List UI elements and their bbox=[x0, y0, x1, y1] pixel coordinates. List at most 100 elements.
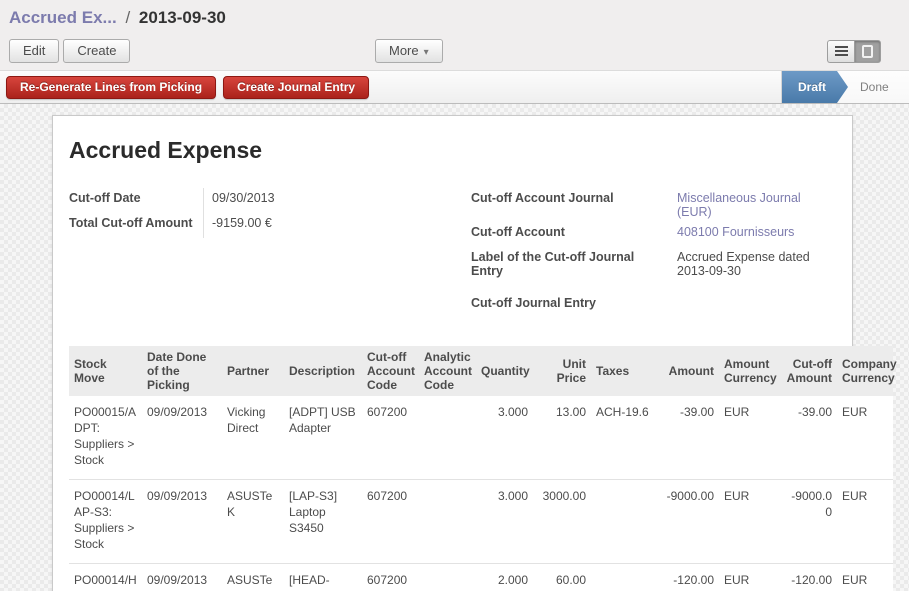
more-dropdown: More ▾ bbox=[375, 39, 443, 63]
cell-cutoff-amount: -9000.00 bbox=[780, 480, 837, 564]
cutoff-journal-entry-value bbox=[669, 293, 819, 318]
cell-company-currency: EUR bbox=[837, 564, 893, 591]
chevron-down-icon: ▾ bbox=[424, 47, 429, 58]
more-button-label: More bbox=[389, 43, 419, 58]
statusbar: Draft Done bbox=[781, 71, 909, 103]
field-cutoff-journal-entry: Cut-off Journal Entry bbox=[471, 293, 851, 318]
form-view-button[interactable] bbox=[854, 40, 881, 63]
list-view-button[interactable] bbox=[827, 40, 854, 63]
cell-taxes: ACH-19.6 bbox=[591, 396, 655, 480]
table-row[interactable]: PO00014/HEAD-USB: Suppliers > Stock 09/0… bbox=[69, 564, 893, 591]
list-icon bbox=[835, 46, 848, 56]
cell-cutoff-account-code: 607200 bbox=[362, 396, 419, 480]
cell-analytic-account-code bbox=[419, 396, 476, 480]
cell-amount: -120.00 bbox=[655, 564, 719, 591]
field-groups: Cut-off Date 09/30/2013 Total Cut-off Am… bbox=[69, 188, 852, 318]
view-switcher bbox=[827, 40, 881, 63]
form-icon bbox=[862, 45, 873, 58]
more-button[interactable]: More ▾ bbox=[375, 39, 443, 63]
app-window: Accrued Ex... / 2013-09-30 Edit Create M… bbox=[0, 0, 909, 591]
create-button[interactable]: Create bbox=[63, 39, 130, 63]
col-quantity[interactable]: Quantity bbox=[476, 346, 533, 396]
cutoff-account-journal-link[interactable]: Miscellaneous Journal (EUR) bbox=[669, 188, 819, 222]
lines-table: Stock Move Date Done of the Picking Part… bbox=[69, 346, 889, 591]
col-date-done[interactable]: Date Done of the Picking bbox=[142, 346, 222, 396]
cell-unit-price: 13.00 bbox=[533, 396, 591, 480]
cell-amount-currency: EUR bbox=[719, 480, 780, 564]
cell-description: [ADPT] USB Adapter bbox=[284, 396, 362, 480]
cutoff-journal-entry-label: Cut-off Journal Entry bbox=[471, 293, 669, 318]
field-total-cutoff-amount: Total Cut-off Amount -9159.00 € bbox=[69, 213, 471, 238]
cutoff-account-label: Cut-off Account bbox=[471, 222, 669, 247]
cell-quantity: 2.000 bbox=[476, 564, 533, 591]
col-partner[interactable]: Partner bbox=[222, 346, 284, 396]
cutoff-account-journal-label: Cut-off Account Journal bbox=[471, 188, 669, 222]
col-amount-currency[interactable]: Amount Currency bbox=[719, 346, 780, 396]
form-sheet: Accrued Expense Cut-off Date 09/30/2013 … bbox=[52, 115, 853, 591]
col-taxes[interactable]: Taxes bbox=[591, 346, 655, 396]
cell-cutoff-account-code: 607200 bbox=[362, 480, 419, 564]
page-title: Accrued Expense bbox=[69, 137, 852, 164]
field-group-right: Cut-off Account Journal Miscellaneous Jo… bbox=[471, 188, 851, 318]
status-step-done[interactable]: Done bbox=[848, 71, 901, 103]
cell-unit-price: 60.00 bbox=[533, 564, 591, 591]
field-group-left: Cut-off Date 09/30/2013 Total Cut-off Am… bbox=[69, 188, 471, 238]
regenerate-lines-button[interactable]: Re-Generate Lines from Picking bbox=[6, 76, 216, 99]
breadcrumb-parent-link[interactable]: Accrued Ex... bbox=[9, 8, 117, 27]
col-cutoff-amount[interactable]: Cut-off Amount bbox=[780, 346, 837, 396]
cell-analytic-account-code bbox=[419, 480, 476, 564]
cell-analytic-account-code bbox=[419, 564, 476, 591]
journal-entry-label-label: Label of the Cut-off Journal Entry bbox=[471, 247, 669, 281]
col-stock-move[interactable]: Stock Move bbox=[69, 346, 142, 396]
edit-button[interactable]: Edit bbox=[9, 39, 59, 63]
cell-date-done: 09/09/2013 bbox=[142, 396, 222, 480]
cell-description: [HEAD-USB] Headset USB bbox=[284, 564, 362, 591]
table-row[interactable]: PO00014/LAP-S3: Suppliers > Stock 09/09/… bbox=[69, 480, 893, 564]
cutoff-account-link[interactable]: 408100 Fournisseurs bbox=[669, 222, 819, 247]
cell-quantity: 3.000 bbox=[476, 396, 533, 480]
toolbar: Edit Create More ▾ bbox=[9, 39, 901, 63]
journal-entry-label-value: Accrued Expense dated 2013-09-30 bbox=[669, 247, 819, 281]
cell-company-currency: EUR bbox=[837, 480, 893, 564]
field-cutoff-account-journal: Cut-off Account Journal Miscellaneous Jo… bbox=[471, 188, 851, 222]
col-amount[interactable]: Amount bbox=[655, 346, 719, 396]
cell-partner: Vicking Direct bbox=[222, 396, 284, 480]
create-journal-entry-button[interactable]: Create Journal Entry bbox=[223, 76, 369, 99]
table-header: Stock Move Date Done of the Picking Part… bbox=[69, 346, 893, 396]
field-journal-entry-label: Label of the Cut-off Journal Entry Accru… bbox=[471, 247, 851, 281]
col-description[interactable]: Description bbox=[284, 346, 362, 396]
cell-cutoff-amount: -120.00 bbox=[780, 564, 837, 591]
col-company-currency[interactable]: Company Currency bbox=[837, 346, 893, 396]
total-cutoff-amount-label: Total Cut-off Amount bbox=[69, 213, 203, 238]
form-background: Accrued Expense Cut-off Date 09/30/2013 … bbox=[0, 104, 909, 591]
table-row[interactable]: PO00015/ADPT: Suppliers > Stock 09/09/20… bbox=[69, 396, 893, 480]
cell-taxes bbox=[591, 564, 655, 591]
cell-cutoff-amount: -39.00 bbox=[780, 396, 837, 480]
total-cutoff-amount-value: -9159.00 € bbox=[203, 213, 471, 238]
cell-description: [LAP-S3] Laptop S3450 bbox=[284, 480, 362, 564]
status-step-draft[interactable]: Draft bbox=[782, 71, 848, 103]
col-analytic-account-code[interactable]: Analytic Account Code bbox=[419, 346, 476, 396]
cell-amount: -9000.00 bbox=[655, 480, 719, 564]
cell-stock-move: PO00014/HEAD-USB: Suppliers > Stock bbox=[69, 564, 142, 591]
col-unit-price[interactable]: Unit Price bbox=[533, 346, 591, 396]
cell-partner: ASUSTeK bbox=[222, 564, 284, 591]
cutoff-date-label: Cut-off Date bbox=[69, 188, 203, 213]
breadcrumb-separator: / bbox=[125, 8, 130, 27]
field-cutoff-date: Cut-off Date 09/30/2013 bbox=[69, 188, 471, 213]
col-cutoff-account-code[interactable]: Cut-off Account Code bbox=[362, 346, 419, 396]
cell-date-done: 09/09/2013 bbox=[142, 480, 222, 564]
action-bar: Re-Generate Lines from Picking Create Jo… bbox=[0, 70, 909, 104]
cell-taxes bbox=[591, 480, 655, 564]
breadcrumb-current: 2013-09-30 bbox=[139, 8, 226, 27]
cutoff-date-value: 09/30/2013 bbox=[203, 188, 471, 213]
cell-unit-price: 3000.00 bbox=[533, 480, 591, 564]
field-cutoff-account: Cut-off Account 408100 Fournisseurs bbox=[471, 222, 851, 247]
cell-cutoff-account-code: 607200 bbox=[362, 564, 419, 591]
cell-amount-currency: EUR bbox=[719, 396, 780, 480]
top-header: Accrued Ex... / 2013-09-30 Edit Create M… bbox=[0, 0, 909, 70]
cell-stock-move: PO00014/LAP-S3: Suppliers > Stock bbox=[69, 480, 142, 564]
cell-company-currency: EUR bbox=[837, 396, 893, 480]
cell-date-done: 09/09/2013 bbox=[142, 564, 222, 591]
cell-stock-move: PO00015/ADPT: Suppliers > Stock bbox=[69, 396, 142, 480]
